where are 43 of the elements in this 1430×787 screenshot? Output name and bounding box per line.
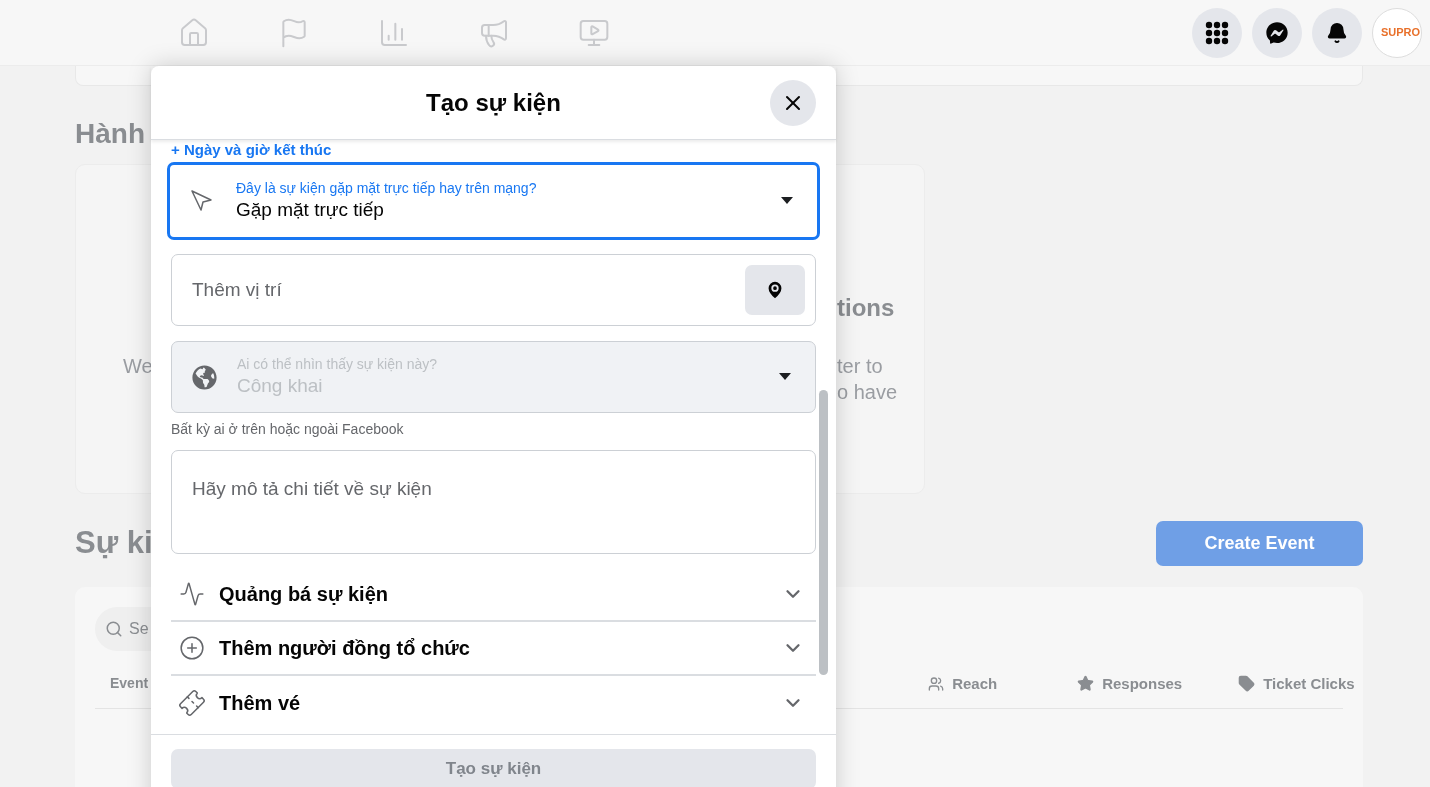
dialog-title: Tạo sự kiện	[426, 87, 561, 118]
column-header[interactable]: Responses	[1077, 672, 1183, 695]
card-text: We	[123, 354, 153, 379]
star-icon	[1077, 675, 1095, 693]
search-icon	[105, 619, 123, 638]
notifications-button[interactable]	[1312, 7, 1362, 58]
messenger-button[interactable]	[1252, 7, 1302, 58]
accordion-row[interactable]: Quảng bá sự kiện	[171, 568, 816, 622]
accordion-row[interactable]: Thêm vé	[171, 676, 816, 730]
create-event-submit-button: Tạo sự kiện	[171, 749, 816, 787]
card-text: ter to	[837, 354, 883, 379]
field-label: Đây là sự kiện gặp mặt trực tiếp hay trên mạng?	[236, 179, 537, 197]
card-text: o have	[837, 380, 898, 405]
card-title: tions	[837, 293, 895, 323]
location-pin-button[interactable]	[745, 265, 805, 315]
bell-icon	[1326, 21, 1348, 44]
menu-button[interactable]	[1192, 7, 1242, 58]
field-value: Gặp mặt trực tiếp	[236, 198, 385, 222]
column-header[interactable]: Ticket Clicks	[1238, 672, 1355, 695]
plus-circle-icon	[179, 635, 205, 661]
location-input[interactable]: Thêm vị trí	[192, 275, 745, 305]
accordion-row[interactable]: Thêm người đồng tổ chức	[171, 622, 816, 676]
location-field[interactable]: Thêm vị trí	[171, 254, 816, 326]
close-button[interactable]	[770, 80, 816, 126]
end-date-link[interactable]: + Ngày và giờ kết thúc	[171, 140, 332, 160]
event-type-select[interactable]: Đây là sự kiện gặp mặt trực tiếp hay trên mạng? Gặp mặt trực tiếp	[167, 162, 820, 240]
section-title: Sự ki	[75, 524, 153, 562]
tag-icon	[1238, 675, 1256, 693]
caret-icon	[781, 197, 793, 205]
navigation-arrow-icon	[190, 189, 214, 213]
grid-icon	[1205, 20, 1229, 45]
people-icon	[928, 675, 945, 692]
privacy-hint: Bất kỳ ai ở trên hoặc ngoài Facebook	[171, 420, 404, 439]
column-header[interactable]: Event	[110, 672, 149, 694]
globe-icon	[192, 364, 217, 390]
caret-icon	[779, 373, 791, 381]
profile-avatar[interactable]: SUPRO	[1372, 7, 1422, 58]
section-title: Hành	[75, 117, 145, 151]
create-event-button[interactable]: Create Event	[1156, 520, 1363, 566]
pulse-icon	[179, 581, 205, 607]
column-header[interactable]: Reach	[928, 672, 998, 695]
messenger-icon	[1266, 21, 1288, 44]
description-field[interactable]: Hãy mô tả chi tiết về sự kiện	[171, 450, 816, 554]
